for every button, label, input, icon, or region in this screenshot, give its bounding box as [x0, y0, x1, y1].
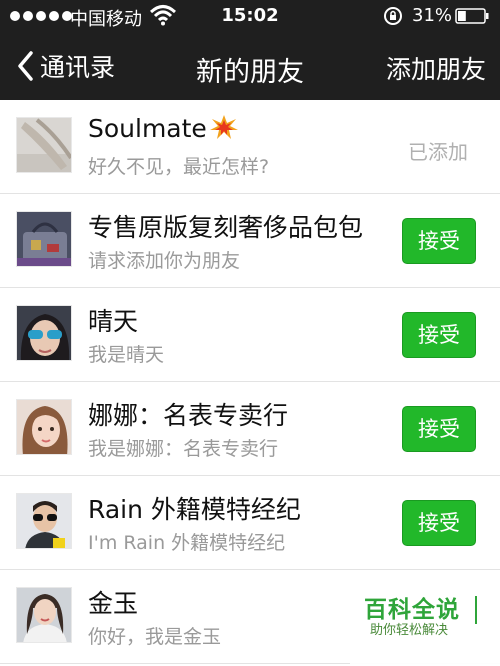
added-status-label: 已添加	[408, 140, 468, 164]
battery-percent: 31%	[412, 5, 453, 26]
friend-message: 好久不见，最近怎样?	[88, 156, 270, 178]
watermark-bar	[475, 596, 477, 624]
friend-message: 我是娜娜：名表专卖行	[88, 438, 279, 460]
list-item[interactable]: Rain 外籍模特经纪 I'm Rain 外籍模特经纪 接受	[0, 476, 500, 570]
avatar	[16, 305, 72, 361]
friend-message: 请求添加你为朋友	[88, 250, 241, 272]
explosion-emoji-icon	[209, 115, 238, 139]
list-item[interactable]: 晴天 我是晴天 接受	[0, 288, 500, 382]
top-bar: 中国移动 15:02 31% 通讯录 新的朋友 添加朋友	[0, 0, 500, 100]
friend-name: Rain 外籍模特经纪	[88, 495, 301, 524]
add-friend-button[interactable]: 添加朋友	[386, 50, 486, 86]
status-bar: 中国移动 15:02 31%	[0, 0, 500, 34]
watermark: 百科全说 助你轻松解决	[350, 586, 500, 666]
friend-name: 娜娜：名表专卖行	[88, 401, 289, 430]
friend-name: 金玉	[88, 589, 139, 618]
accept-button[interactable]: 接受	[402, 406, 476, 452]
accept-button[interactable]: 接受	[402, 312, 476, 358]
friend-message: I'm Rain 外籍模特经纪	[88, 532, 286, 554]
avatar	[16, 493, 72, 549]
battery-icon	[455, 8, 489, 24]
accept-button[interactable]: 接受	[402, 218, 476, 264]
avatar	[16, 117, 72, 173]
avatar	[16, 587, 72, 643]
accept-button[interactable]: 接受	[402, 500, 476, 546]
avatar	[16, 211, 72, 267]
friend-name: Soulmate	[88, 114, 388, 143]
watermark-tagline: 助你轻松解决	[370, 623, 449, 638]
list-item[interactable]: 专售原版复刻奢侈品包包 请求添加你为朋友 接受	[0, 194, 500, 288]
friend-name: 晴天	[88, 307, 139, 336]
list-item[interactable]: Soulmate 好久不见，最近怎样? 已添加	[0, 100, 500, 194]
friend-message: 我是晴天	[88, 344, 165, 366]
friend-name: 专售原版复刻奢侈品包包	[88, 213, 364, 242]
avatar	[16, 399, 72, 455]
list-item[interactable]: 娜娜：名表专卖行 我是娜娜：名表专卖行 接受	[0, 382, 500, 476]
friend-message: 你好，我是金玉	[88, 626, 222, 648]
rotation-lock-icon	[384, 7, 402, 25]
navigation-bar: 通讯录 新的朋友 添加朋友	[0, 34, 500, 100]
friend-request-list: Soulmate 好久不见，最近怎样? 已添加 专售原版复刻奢侈品包包 请求添加…	[0, 100, 500, 666]
